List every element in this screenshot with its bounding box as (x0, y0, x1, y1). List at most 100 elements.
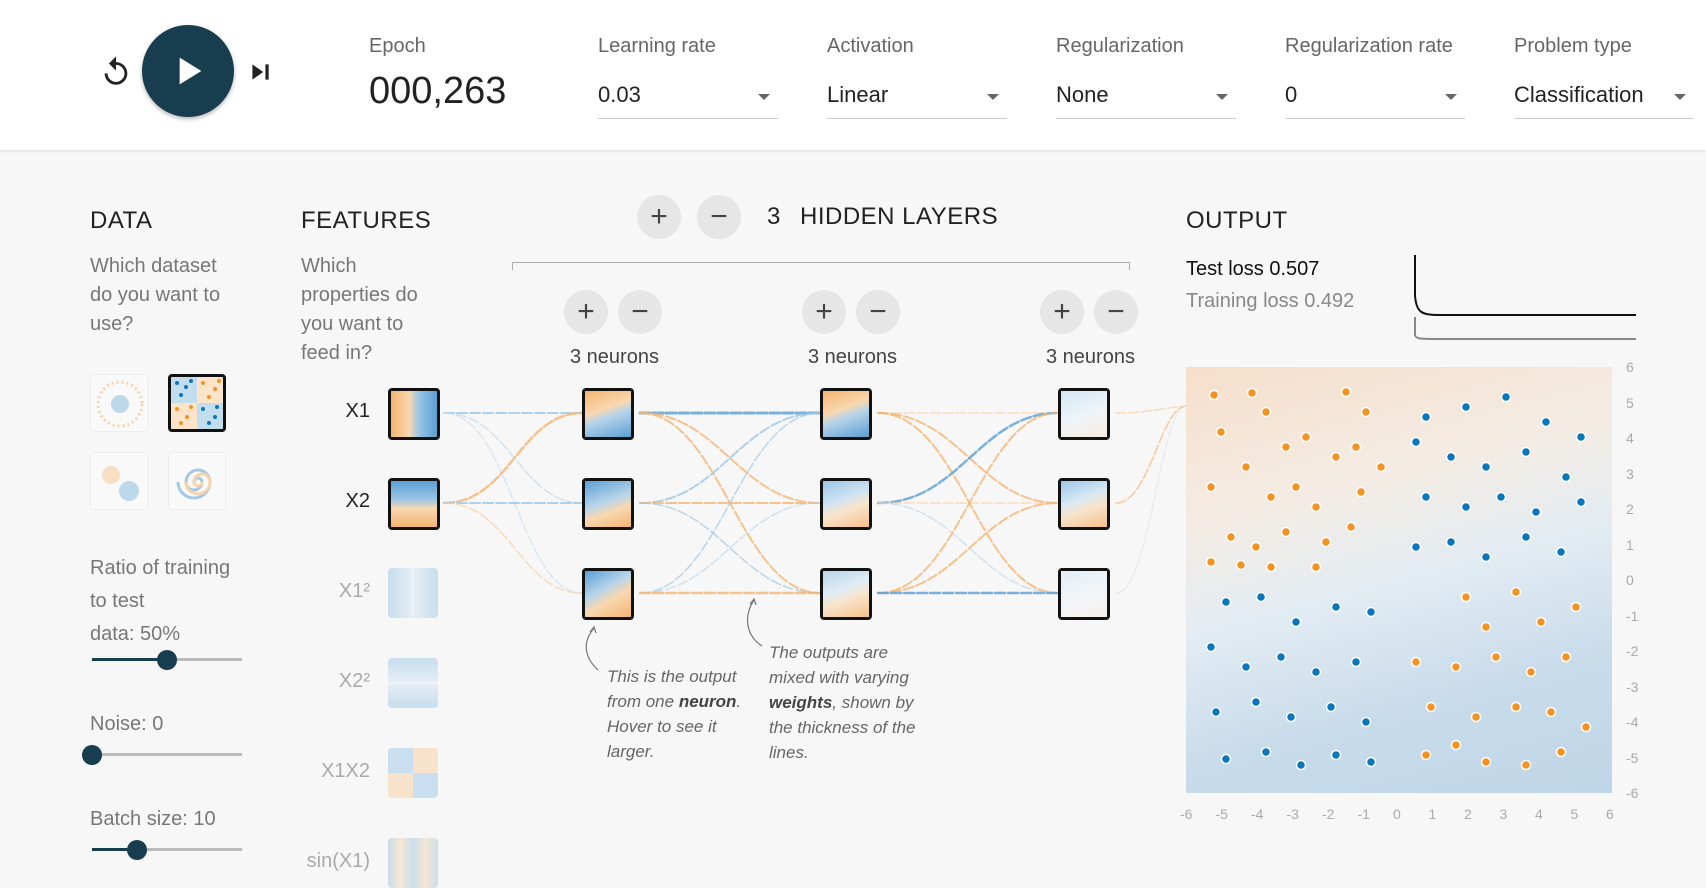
data-point-blue (1260, 746, 1272, 758)
data-point-orange (1355, 486, 1367, 498)
data-point-orange (1350, 441, 1362, 453)
neuron-l2-n3[interactable] (820, 568, 872, 620)
data-point-blue (1295, 759, 1307, 771)
output-decision-plot[interactable] (1186, 367, 1612, 793)
annotation-arrow (585, 627, 599, 671)
connection-link (1115, 405, 1187, 594)
data-point-orange (1420, 749, 1432, 761)
x-tick-label: -3 (1286, 806, 1299, 822)
data-point-orange (1260, 406, 1272, 418)
data-point-blue (1420, 411, 1432, 423)
data-point-blue (1290, 616, 1302, 628)
data-point-orange (1246, 387, 1258, 399)
data-point-orange (1205, 556, 1217, 568)
neuron-l1-n2[interactable] (582, 478, 634, 530)
data-point-blue (1560, 471, 1572, 483)
data-point-blue (1410, 541, 1422, 553)
neuron-heatmap (585, 481, 631, 527)
data-point-orange (1480, 756, 1492, 768)
y-tick-label: -5 (1626, 749, 1639, 766)
neuron-heatmap (585, 571, 631, 617)
connection-link (876, 411, 1060, 505)
y-tick-label: -3 (1626, 678, 1639, 695)
data-point-blue (1520, 531, 1532, 543)
neuron-heatmap (823, 391, 869, 437)
y-tick-label: -4 (1626, 714, 1639, 730)
data-point-orange (1240, 461, 1252, 473)
y-tick-label: 0 (1626, 572, 1634, 588)
data-point-orange (1265, 561, 1277, 573)
connection-link (639, 502, 821, 594)
data-point-blue (1210, 706, 1222, 718)
connection-link (1115, 405, 1187, 504)
data-point-blue (1255, 591, 1267, 603)
neuron-l3-n1[interactable] (1058, 388, 1110, 440)
data-point-orange (1250, 541, 1262, 553)
x-tick-label: -5 (1215, 806, 1228, 822)
data-point-orange (1340, 386, 1352, 398)
data-point-orange (1490, 651, 1502, 663)
loss-curve-chart (1414, 255, 1636, 340)
y-tick-label: 6 (1626, 359, 1634, 375)
data-point-blue (1330, 601, 1342, 613)
connection-link (442, 411, 584, 505)
data-point-blue (1410, 436, 1422, 448)
data-point-orange (1310, 501, 1322, 513)
data-point-blue (1540, 416, 1552, 428)
data-point-orange (1520, 759, 1532, 771)
data-point-orange (1460, 591, 1472, 603)
neuron-heatmap (823, 481, 869, 527)
annotation-arrow (747, 599, 763, 647)
neuron-heatmap (585, 391, 631, 437)
data-point-blue (1275, 651, 1287, 663)
data-point-orange (1205, 481, 1217, 493)
data-point-orange (1208, 389, 1220, 401)
data-point-orange (1555, 746, 1567, 758)
y-tick-label: 1 (1626, 536, 1634, 553)
y-tick-label: 3 (1626, 465, 1634, 482)
weights-note: The outputs are mixed with varying weigh… (769, 640, 929, 765)
data-point-orange (1510, 586, 1522, 598)
training-loss-curve (1414, 317, 1636, 340)
neuron-l1-n3[interactable] (582, 568, 634, 620)
data-point-orange (1310, 561, 1322, 573)
x-tick-label: 4 (1535, 806, 1543, 822)
data-point-orange (1280, 526, 1292, 538)
data-point-blue (1555, 546, 1567, 558)
x-tick-label: 0 (1393, 806, 1401, 822)
neuron-l3-n2[interactable] (1058, 478, 1110, 530)
data-point-blue (1575, 496, 1587, 508)
data-point-blue (1205, 641, 1217, 653)
weights-note-bold: weights (769, 693, 833, 712)
data-point-blue (1460, 401, 1472, 413)
data-point-blue (1240, 661, 1252, 673)
data-point-orange (1235, 559, 1247, 571)
neuron-l2-n1[interactable] (820, 388, 872, 440)
data-point-orange (1265, 491, 1277, 503)
neuron-heatmap (1061, 481, 1107, 527)
weights-note-text: The outputs are mixed with varying (769, 643, 909, 687)
data-point-blue (1445, 536, 1457, 548)
neuron-l3-n3[interactable] (1058, 568, 1110, 620)
x-tick-label: 3 (1499, 806, 1508, 822)
y-tick-label: 5 (1626, 394, 1634, 411)
data-point-blue (1365, 606, 1377, 618)
data-point-orange (1290, 481, 1302, 493)
data-point-blue (1445, 451, 1457, 463)
neuron-l1-n1[interactable] (582, 388, 634, 440)
y-tick-label: -6 (1626, 785, 1639, 801)
data-point-orange (1535, 616, 1547, 628)
data-point-orange (1570, 601, 1582, 613)
data-point-blue (1530, 506, 1542, 518)
neuron-l2-n2[interactable] (820, 478, 872, 530)
data-point-orange (1425, 701, 1437, 713)
data-point-orange (1510, 701, 1522, 713)
neuron-heatmap (1061, 571, 1107, 617)
data-point-orange (1480, 621, 1492, 633)
data-point-blue (1220, 596, 1232, 608)
data-point-blue (1350, 656, 1362, 668)
data-point-blue (1220, 753, 1232, 765)
data-point-orange (1360, 406, 1372, 418)
data-point-blue (1420, 491, 1432, 503)
data-point-blue (1480, 461, 1492, 473)
